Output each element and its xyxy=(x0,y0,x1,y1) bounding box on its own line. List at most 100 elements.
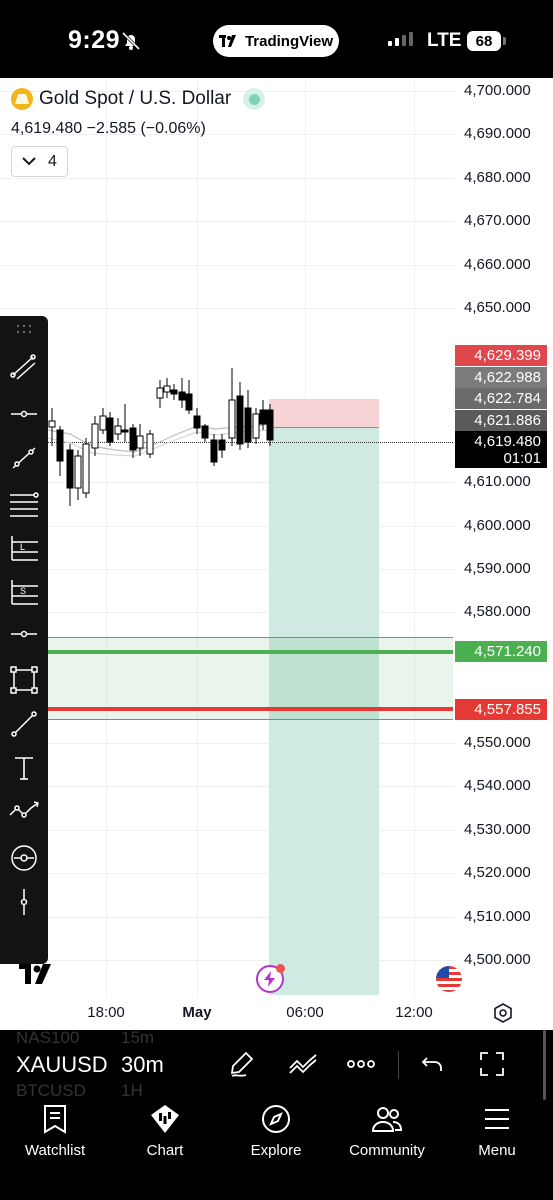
candle-body xyxy=(121,429,129,433)
chart-area[interactable]: 4,700.000 4,690.000 4,680.000 4,670.000 4,66… xyxy=(0,78,553,1030)
hamburger-menu-icon xyxy=(483,1102,511,1136)
current-price-badge: 4,619.480 01:01 xyxy=(455,431,547,468)
drawing-pen-icon[interactable] xyxy=(225,1047,259,1081)
horizontal-ray-icon[interactable] xyxy=(6,396,42,432)
candle-body xyxy=(163,385,171,393)
nav-chart-label: Chart xyxy=(146,1142,184,1159)
candle-body xyxy=(91,423,99,449)
current-price-value: 4,619.480 xyxy=(474,433,541,450)
price-badge: 4,622.784 xyxy=(455,388,547,409)
us-flag-icon[interactable] xyxy=(436,966,462,992)
nav-menu[interactable]: Menu xyxy=(442,1102,552,1159)
nav-menu-label: Menu xyxy=(478,1142,516,1159)
drawing-toolbar: L S xyxy=(0,316,48,964)
nav-chart[interactable]: Chart xyxy=(110,1102,220,1159)
clock: 9:29 xyxy=(68,26,121,54)
candle-body xyxy=(178,391,186,401)
chart-settings-icon[interactable] xyxy=(492,1002,514,1024)
indicators-toggle[interactable]: 4 xyxy=(11,146,68,177)
stop-price-badge: 4,629.399 xyxy=(455,345,547,366)
tradingview-pill[interactable]: TradingView xyxy=(213,25,339,57)
more-options-icon[interactable] xyxy=(344,1047,378,1081)
tradingview-watermark-icon xyxy=(19,958,53,992)
symbol-header[interactable]: Gold Spot / U.S. Dollar xyxy=(11,88,266,110)
text-icon[interactable] xyxy=(6,750,42,786)
tradingview-logo-icon xyxy=(218,35,236,47)
nav-watchlist-label: Watchlist xyxy=(24,1142,86,1159)
interval-picker-next[interactable]: 1H xyxy=(121,1081,143,1100)
symbol-title: Gold Spot / U.S. Dollar xyxy=(39,88,232,109)
rectangle-icon[interactable] xyxy=(6,662,42,698)
long-position-icon[interactable]: L xyxy=(6,530,42,566)
green-line-badge: 4,571.240 xyxy=(455,641,547,662)
candle-body xyxy=(114,425,122,435)
symbol-selector[interactable]: XAUUSD xyxy=(16,1052,108,1078)
symbol-picker-prev[interactable]: NAS100 xyxy=(16,1030,79,1048)
nav-community[interactable]: Community xyxy=(332,1102,442,1159)
signal-icon xyxy=(388,32,413,46)
fullscreen-icon[interactable] xyxy=(475,1047,509,1081)
quote-line: 4,619.480 −2.585 (−0.06%) xyxy=(11,120,206,137)
symbol-picker-next[interactable]: BTCUSD xyxy=(16,1081,86,1100)
candle-body xyxy=(252,413,260,439)
time-label: May xyxy=(182,1004,212,1021)
nav-explore[interactable]: Explore xyxy=(221,1102,331,1159)
compass-icon xyxy=(261,1102,291,1136)
time-label: 06:00 xyxy=(286,1004,324,1021)
candle-body xyxy=(170,389,178,395)
horizontal-line-icon[interactable] xyxy=(6,616,42,652)
candle-body xyxy=(236,395,244,445)
status-bar: 9:29 TradingView LTE 68 xyxy=(0,0,553,78)
candle-body xyxy=(82,443,90,494)
candle-body xyxy=(146,433,154,455)
candle-body xyxy=(218,439,226,451)
vertical-line-icon[interactable] xyxy=(6,884,42,920)
interval-picker-prev[interactable]: 15m xyxy=(121,1030,154,1048)
candle-body xyxy=(48,420,56,428)
svg-text:S: S xyxy=(20,586,26,596)
candle-body xyxy=(74,455,82,489)
drag-handle-icon[interactable] xyxy=(6,318,42,340)
time-label: 18:00 xyxy=(87,1004,125,1021)
candle-body xyxy=(129,427,137,451)
trend-angle-icon[interactable] xyxy=(6,440,42,476)
candle-body xyxy=(201,425,209,439)
pattern-icon[interactable] xyxy=(6,794,42,830)
indicators-count: 4 xyxy=(48,152,57,170)
chart-icon xyxy=(149,1102,181,1136)
pattern-tools-icon[interactable] xyxy=(286,1047,320,1081)
symbol-bar: NAS100 15m XAUUSD 30m BTCUSD 1H xyxy=(0,1030,553,1100)
trend-line-tools-icon[interactable] xyxy=(6,350,42,386)
price-badge: 4,621.886 xyxy=(455,410,547,431)
candle-body xyxy=(66,449,74,489)
bar-countdown: 01:01 xyxy=(503,450,541,467)
interval-selector[interactable]: 30m xyxy=(121,1052,164,1078)
red-line-badge: 4,557.855 xyxy=(455,699,547,720)
time-label: 12:00 xyxy=(395,1004,433,1021)
candle-body xyxy=(185,393,193,411)
line-segment-icon[interactable] xyxy=(6,706,42,742)
candle-body xyxy=(259,409,267,425)
candle-body xyxy=(193,415,201,429)
nav-watchlist[interactable]: Watchlist xyxy=(0,1102,110,1159)
scroll-indicator xyxy=(543,1030,546,1100)
pill-label: TradingView xyxy=(244,32,334,50)
nav-explore-label: Explore xyxy=(250,1142,302,1159)
candle-body xyxy=(266,409,274,441)
watchlist-icon xyxy=(43,1102,67,1136)
short-position-icon[interactable]: S xyxy=(6,574,42,610)
network-label: LTE xyxy=(427,30,462,51)
toolbar-separator xyxy=(398,1051,399,1079)
candle-body xyxy=(156,387,164,399)
community-icon xyxy=(371,1102,403,1136)
fib-retracement-icon[interactable] xyxy=(6,486,42,522)
lightning-alert-icon[interactable] xyxy=(256,964,285,993)
candle-body xyxy=(228,399,236,439)
candle-body xyxy=(99,415,107,431)
undo-icon[interactable] xyxy=(415,1047,449,1081)
chevron-down-icon xyxy=(22,157,36,166)
magnet-icon[interactable] xyxy=(6,840,42,876)
candle-body xyxy=(106,417,114,443)
price-badge: 4,622.988 xyxy=(455,367,547,388)
market-open-icon xyxy=(243,88,266,110)
